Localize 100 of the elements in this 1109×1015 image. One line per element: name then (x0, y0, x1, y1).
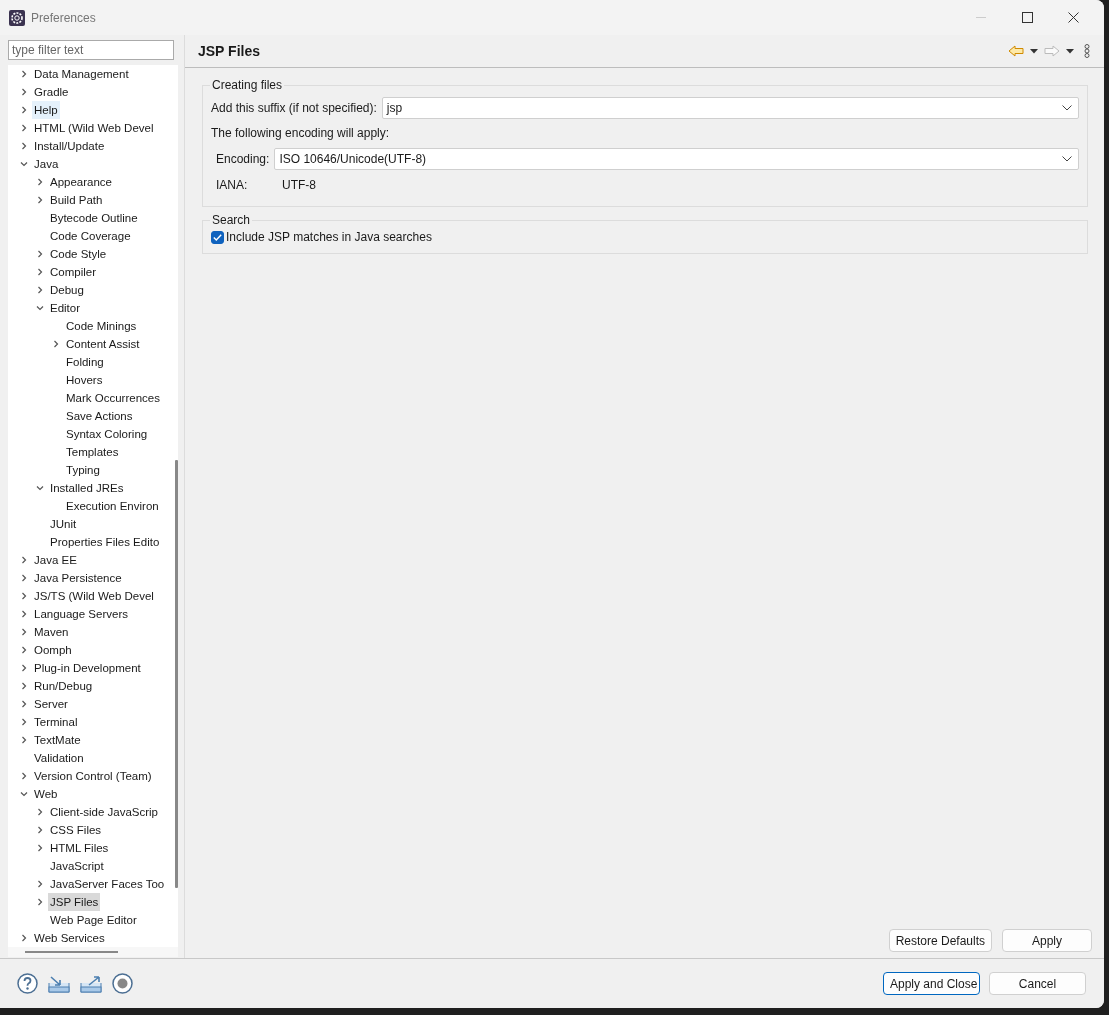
horizontal-scrollbar[interactable] (25, 951, 118, 953)
tree-item[interactable]: Version Control (Team) (32, 767, 154, 785)
tree-item[interactable]: Plug-in Development (32, 659, 143, 677)
chevron-down-icon[interactable] (36, 304, 44, 312)
tree-item[interactable]: Terminal (32, 713, 80, 731)
chevron-right-icon[interactable] (20, 70, 28, 78)
tree-item[interactable]: Syntax Coloring (64, 425, 150, 443)
chevron-right-icon[interactable] (20, 700, 28, 708)
record-icon[interactable] (112, 973, 133, 994)
tree-item[interactable]: Debug (48, 281, 86, 299)
dropdown-caret-icon[interactable] (1030, 48, 1038, 54)
tree-item[interactable]: Java EE (32, 551, 79, 569)
chevron-right-icon[interactable] (36, 826, 44, 834)
encoding-dropdown[interactable]: ISO 10646/Unicode(UTF-8) (274, 147, 1079, 170)
tree-item[interactable]: Code Minings (64, 317, 139, 335)
tree-item[interactable]: Gradle (32, 83, 71, 101)
chevron-right-icon[interactable] (20, 718, 28, 726)
tree-item[interactable]: Web (32, 785, 60, 803)
tree-item[interactable]: Content Assist (64, 335, 142, 353)
tree-item[interactable]: Install/Update (32, 137, 107, 155)
tree-item[interactable]: Templates (64, 443, 121, 461)
tree-item[interactable]: Installed JREs (48, 479, 126, 497)
tree-item[interactable]: JS/TS (Wild Web Devel (32, 587, 156, 605)
chevron-right-icon[interactable] (20, 736, 28, 744)
tree-item[interactable]: Hovers (64, 371, 105, 389)
tree-item[interactable]: CSS Files (48, 821, 104, 839)
tree-item[interactable]: TextMate (32, 731, 83, 749)
chevron-right-icon[interactable] (20, 142, 28, 150)
tree-item[interactable]: Web Page Editor (48, 911, 139, 929)
chevron-down-icon[interactable] (20, 160, 28, 168)
tree-item[interactable]: Build Path (48, 191, 105, 209)
tree-item[interactable]: JavaServer Faces Too (48, 875, 167, 893)
checkbox[interactable] (211, 230, 224, 244)
chevron-right-icon[interactable] (20, 628, 28, 636)
tree-item[interactable]: Web Services (32, 929, 107, 947)
tree-item[interactable]: Validation (32, 749, 86, 767)
tree-item[interactable]: Save Actions (64, 407, 135, 425)
back-arrow-icon[interactable] (1008, 45, 1024, 57)
chevron-right-icon[interactable] (20, 664, 28, 672)
tree-item[interactable]: Compiler (48, 263, 98, 281)
tree-item[interactable]: HTML Files (48, 839, 111, 857)
import-icon[interactable] (48, 974, 70, 993)
tree-item[interactable]: Java Persistence (32, 569, 124, 587)
chevron-right-icon[interactable] (20, 934, 28, 942)
tree-item[interactable]: Typing (64, 461, 102, 479)
chevron-right-icon[interactable] (20, 124, 28, 132)
checkbox-label[interactable]: Include JSP matches in Java searches (226, 230, 432, 244)
tree-item[interactable]: HTML (Wild Web Devel (32, 119, 156, 137)
tree-item[interactable]: Client-side JavaScrip (48, 803, 160, 821)
tree-item[interactable]: Server (32, 695, 70, 713)
chevron-right-icon[interactable] (20, 556, 28, 564)
chevron-right-icon[interactable] (20, 646, 28, 654)
chevron-right-icon[interactable] (36, 844, 44, 852)
chevron-right-icon[interactable] (20, 592, 28, 600)
vertical-scrollbar[interactable] (175, 460, 178, 888)
chevron-right-icon[interactable] (36, 286, 44, 294)
tree-item[interactable]: JSP Files (48, 893, 101, 911)
chevron-right-icon[interactable] (36, 808, 44, 816)
chevron-right-icon[interactable] (20, 574, 28, 582)
tree-item[interactable]: Bytecode Outline (48, 209, 140, 227)
chevron-right-icon[interactable] (36, 250, 44, 258)
filter-field[interactable]: type filter text (8, 40, 174, 60)
dropdown-caret-icon[interactable] (1066, 48, 1074, 54)
tree-item[interactable]: Help (32, 101, 60, 119)
tree-item[interactable]: Execution Environ (64, 497, 161, 515)
apply-button[interactable]: Apply (1002, 929, 1092, 952)
chevron-right-icon[interactable] (20, 88, 28, 96)
chevron-right-icon[interactable] (36, 196, 44, 204)
close-icon[interactable] (1067, 12, 1079, 23)
tree-item[interactable]: Code Style (48, 245, 109, 263)
apply-and-close-button[interactable]: Apply and Close (883, 972, 980, 995)
tree-item[interactable]: Data Management (32, 65, 131, 83)
tree-item[interactable]: Java (32, 155, 61, 173)
maximize-icon[interactable] (1021, 12, 1033, 23)
tree-item[interactable]: Run/Debug (32, 677, 95, 695)
tree-item[interactable]: Oomph (32, 641, 74, 659)
tree-item[interactable]: Appearance (48, 173, 115, 191)
chevron-right-icon[interactable] (36, 880, 44, 888)
restore-defaults-button[interactable]: Restore Defaults (888, 929, 992, 952)
tree-item[interactable]: Folding (64, 353, 106, 371)
tree-item[interactable]: Language Servers (32, 605, 130, 623)
tree-item[interactable]: Mark Occurrences (64, 389, 162, 407)
tree-item[interactable]: Maven (32, 623, 71, 641)
chevron-right-icon[interactable] (20, 682, 28, 690)
chevron-right-icon[interactable] (36, 268, 44, 276)
chevron-down-icon[interactable] (36, 484, 44, 492)
chevron-right-icon[interactable] (20, 610, 28, 618)
chevron-right-icon[interactable] (36, 898, 44, 906)
tree-item[interactable]: Editor (48, 299, 83, 317)
chevron-right-icon[interactable] (36, 178, 44, 186)
chevron-right-icon[interactable] (52, 340, 60, 348)
suffix-dropdown[interactable]: jsp (381, 96, 1079, 119)
tree-item[interactable]: JUnit (48, 515, 79, 533)
more-menu-icon[interactable] (1084, 44, 1090, 58)
tree-item[interactable]: JavaScript (48, 857, 106, 875)
help-icon[interactable] (17, 973, 38, 994)
chevron-right-icon[interactable] (20, 106, 28, 114)
cancel-button[interactable]: Cancel (989, 972, 1086, 995)
export-icon[interactable] (80, 974, 102, 993)
tree-item[interactable]: Properties Files Edito (48, 533, 162, 551)
